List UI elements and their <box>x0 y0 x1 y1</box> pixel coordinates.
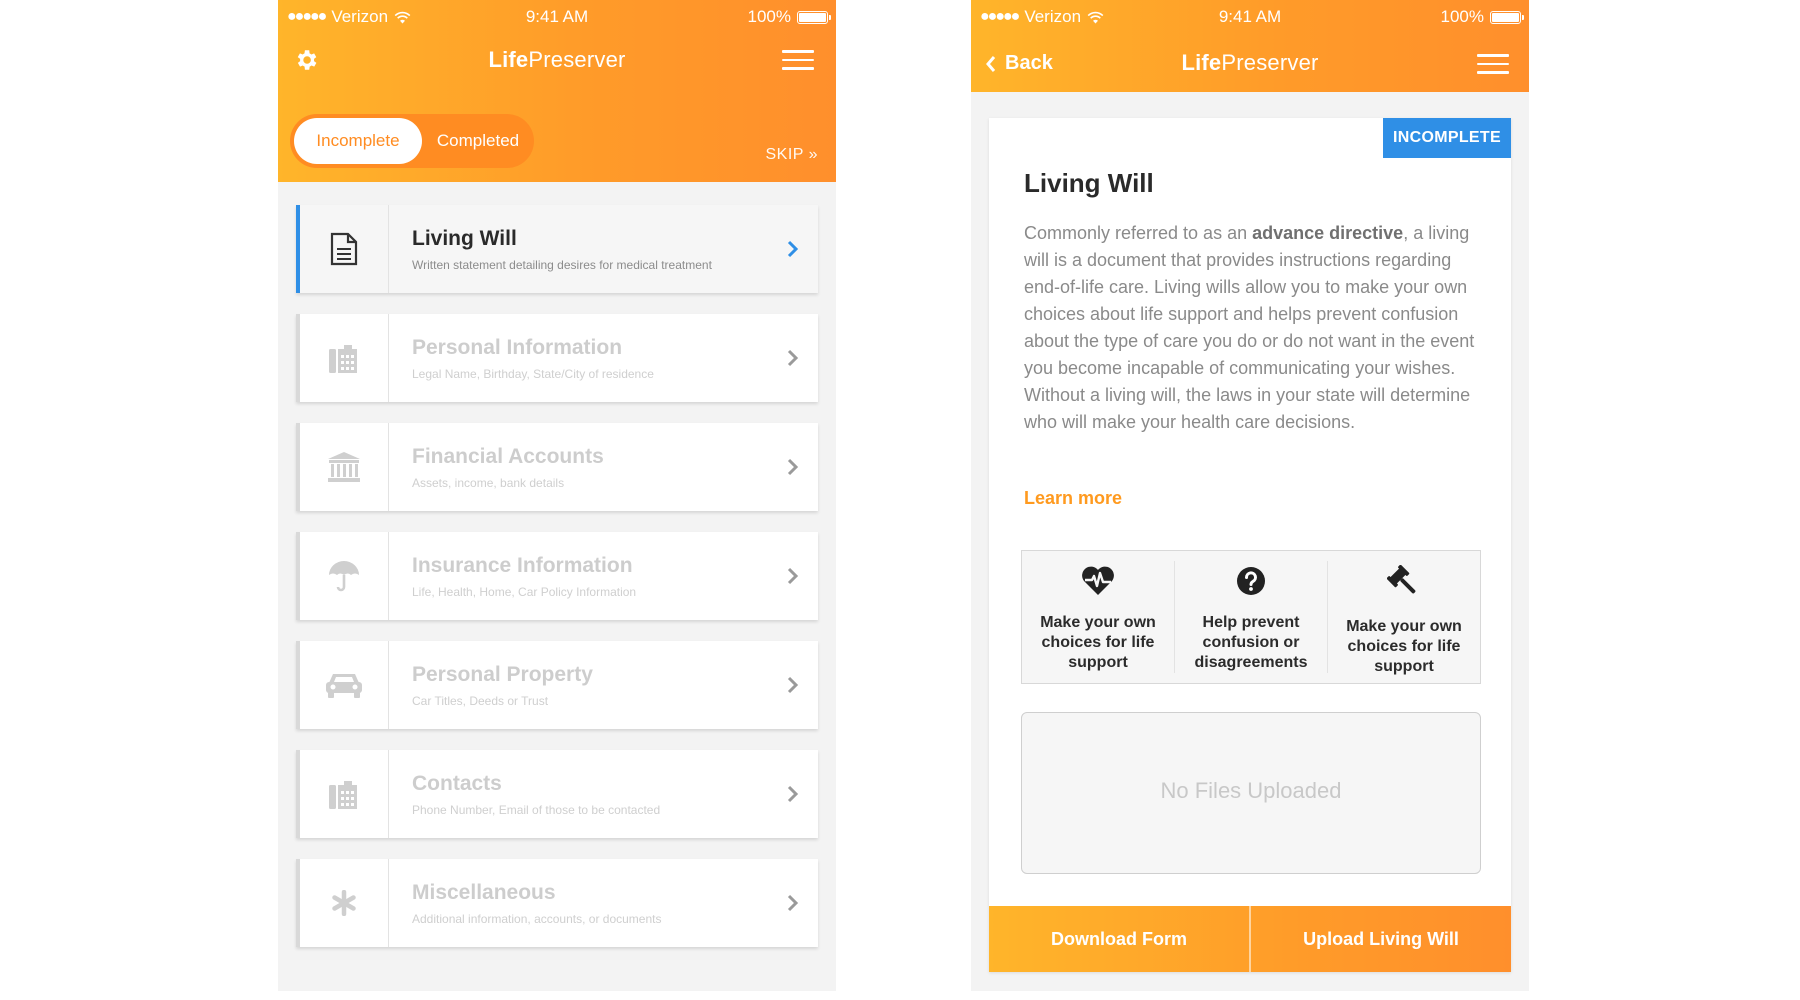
page-title: Living Will <box>1024 168 1154 198</box>
bank-icon <box>328 452 360 482</box>
app-name-bold: Life <box>488 47 529 72</box>
app-logo: LifePreserver <box>278 47 836 73</box>
chevron-right-icon <box>787 785 799 803</box>
list-item-title: Financial Accounts <box>412 445 604 468</box>
chevron-right-icon <box>787 894 799 912</box>
list-item-insurance-information[interactable]: Insurance Information Life, Health, Home… <box>296 532 818 620</box>
skip-button[interactable]: SKIP » <box>765 146 818 164</box>
chevron-right-icon <box>787 458 799 476</box>
app-name-light: Preserver <box>1221 50 1319 75</box>
description-pre: Commonly referred to as an <box>1024 223 1253 243</box>
benefit-item: Help prevent confusion or disagreements <box>1175 561 1328 673</box>
phone-screen-checklist: ●●●●● Verizon 9:41 AM 100% LifePreserver… <box>278 0 836 991</box>
benefit-item: Make your own choices for life support <box>1328 561 1480 675</box>
list-item-subtitle: Legal Name, Birthday, State/City of resi… <box>412 367 654 381</box>
menu-hamburger-icon[interactable] <box>782 50 814 72</box>
action-bar: Download Form Upload Living Will <box>989 906 1511 972</box>
app-name-bold: Life <box>1181 50 1222 75</box>
learn-more-link[interactable]: Learn more <box>1024 488 1122 509</box>
phone-screen-detail: ●●●●● Verizon 9:41 AM 100% Back LifePres… <box>971 0 1529 991</box>
chevron-right-icon <box>787 676 799 694</box>
battery-icon <box>797 10 831 24</box>
battery-percent: 100% <box>1440 7 1484 26</box>
benefit-text: Make your own choices for life support <box>1346 618 1462 675</box>
document-icon <box>330 232 358 266</box>
gavel-icon <box>1387 565 1416 594</box>
chevron-right-icon <box>787 567 799 585</box>
list-item-miscellaneous[interactable]: Miscellaneous Additional information, ac… <box>296 859 818 947</box>
question-icon <box>1237 567 1265 595</box>
status-toggle: Incomplete Completed <box>290 114 534 168</box>
list-item-subtitle: Car Titles, Deeds or Trust <box>412 694 549 708</box>
checklist: Living Will Written statement detailing … <box>296 205 818 968</box>
benefit-text: Help prevent confusion or disagreements <box>1194 614 1308 671</box>
list-item-subtitle: Life, Health, Home, Car Policy Informati… <box>412 585 637 599</box>
list-item-title: Miscellaneous <box>412 881 556 904</box>
app-logo: LifePreserver <box>971 50 1529 76</box>
list-item-title: Living Will <box>412 227 517 250</box>
list-item-subtitle: Phone Number, Email of those to be conta… <box>412 803 661 817</box>
toggle-completed[interactable]: Completed <box>424 118 532 164</box>
download-form-button[interactable]: Download Form <box>989 906 1251 972</box>
description-bold: advance directive <box>1252 223 1404 243</box>
double-chevron-right-icon: » <box>808 146 818 163</box>
list-item-title: Contacts <box>412 772 502 795</box>
asterisk-icon <box>332 890 356 916</box>
description-post: , a living will is a document that provi… <box>1024 223 1475 432</box>
living-will-detail-card: INCOMPLETE Living Will Commonly referred… <box>989 118 1511 972</box>
file-drop-area[interactable]: No Files Uploaded <box>1021 712 1481 874</box>
description: Commonly referred to as an advance direc… <box>1024 220 1486 436</box>
status-bar: ●●●●● Verizon 9:41 AM 100% <box>971 0 1529 30</box>
chevron-right-icon <box>787 240 799 258</box>
app-name-light: Preserver <box>528 47 626 72</box>
umbrella-icon <box>329 561 359 592</box>
heartbeat-icon <box>1082 566 1114 595</box>
contacts-icon <box>329 781 357 809</box>
toggle-incomplete[interactable]: Incomplete <box>294 118 422 164</box>
battery-icon <box>1490 10 1524 24</box>
list-item-living-will[interactable]: Living Will Written statement detailing … <box>296 205 818 293</box>
list-item-title: Personal Property <box>412 663 593 686</box>
list-item-financial-accounts[interactable]: Financial Accounts Assets, income, bank … <box>296 423 818 511</box>
menu-hamburger-icon[interactable] <box>1477 54 1509 76</box>
list-item-subtitle: Additional information, accounts, or doc… <box>412 912 662 926</box>
car-icon <box>326 674 362 698</box>
list-item-personal-information[interactable]: Personal Information Legal Name, Birthda… <box>296 314 818 402</box>
list-item-subtitle: Written statement detailing desires for … <box>412 258 712 272</box>
list-item-contacts[interactable]: Contacts Phone Number, Email of those to… <box>296 750 818 838</box>
id-card-icon <box>329 345 357 373</box>
chevron-right-icon <box>787 349 799 367</box>
battery-percent: 100% <box>747 7 791 26</box>
benefits-panel: Make your own choices for life support H… <box>1021 550 1481 684</box>
benefit-text: Make your own choices for life support <box>1040 614 1156 671</box>
no-files-label: No Files Uploaded <box>1160 778 1342 803</box>
list-item-personal-property[interactable]: Personal Property Car Titles, Deeds or T… <box>296 641 818 729</box>
list-item-subtitle: Assets, income, bank details <box>412 476 565 490</box>
benefit-item: Make your own choices for life support <box>1022 561 1175 673</box>
list-item-title: Personal Information <box>412 336 623 359</box>
status-bar: ●●●●● Verizon 9:41 AM 100% <box>278 0 836 30</box>
list-item-title: Insurance Information <box>412 554 633 577</box>
status-badge: INCOMPLETE <box>1383 118 1511 158</box>
upload-living-will-button[interactable]: Upload Living Will <box>1251 906 1511 972</box>
skip-label: SKIP <box>765 146 804 163</box>
